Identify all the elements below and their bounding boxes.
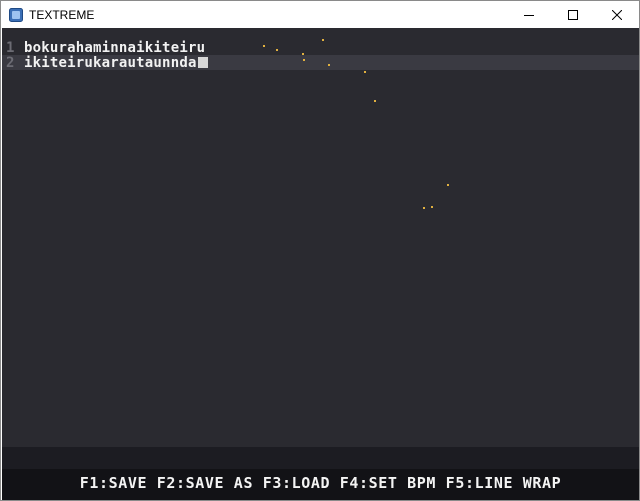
maximize-button[interactable] (551, 1, 595, 28)
minimize-button[interactable] (507, 1, 551, 28)
sparkle-particle (303, 59, 305, 61)
sparkle-particle (364, 71, 366, 73)
sparkle-particle (276, 49, 278, 51)
text-cursor (197, 57, 208, 68)
title-bar[interactable]: TEXTREME (1, 1, 639, 28)
footer-strip (2, 447, 639, 469)
sparkle-particle (263, 45, 265, 47)
close-icon (611, 5, 623, 24)
sparkle-particle (374, 100, 376, 102)
app-icon (9, 7, 23, 22)
sparkle-particle (431, 206, 433, 208)
line-text: bokurahaminnaikiteiru (24, 39, 206, 56)
close-button[interactable] (595, 1, 639, 28)
editor-line-current[interactable]: 2 ikiteirukarautaunnda (2, 54, 639, 71)
shortcut-bar: F1:SAVE F2:SAVE AS F3:LOAD F4:SET BPM F5… (79, 474, 562, 492)
sparkle-particle (447, 184, 449, 186)
window-title: TEXTREME (29, 7, 95, 22)
line-text: ikiteirukarautaunnda (24, 54, 197, 71)
editor-line[interactable]: 1 bokurahaminnaikiteiru (2, 39, 639, 56)
minimize-icon (524, 5, 534, 24)
maximize-icon (568, 5, 578, 24)
text-editor[interactable]: 1 bokurahaminnaikiteiru 2 ikiteirukaraut… (2, 28, 639, 447)
sparkle-particle (302, 53, 304, 55)
window-controls (507, 1, 639, 28)
line-number: 1 (6, 39, 15, 56)
app-window: TEXTREME 1 bokurahaminnaikiteiru 2 ikite… (0, 0, 640, 501)
line-number: 2 (6, 54, 15, 71)
status-footer: F1:SAVE F2:SAVE AS F3:LOAD F4:SET BPM F5… (2, 447, 639, 500)
sparkle-particle (423, 207, 425, 209)
sparkle-particle (322, 39, 324, 41)
sparkle-particle (328, 64, 330, 66)
